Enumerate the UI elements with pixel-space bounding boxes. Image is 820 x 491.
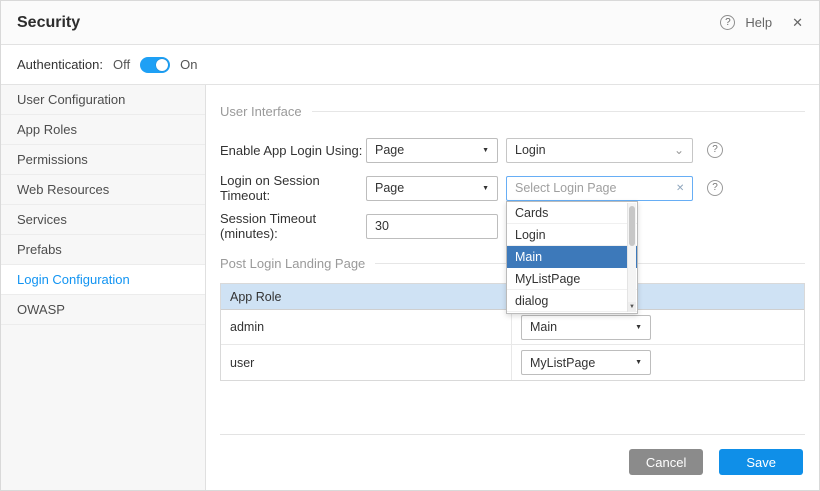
sidebar: User Configuration App Roles Permissions… (1, 85, 206, 491)
table-row: user MyListPage ▼ (221, 345, 804, 380)
dropdown-option-cards[interactable]: Cards (507, 202, 637, 224)
dropdown-option-login[interactable]: Login (507, 224, 637, 246)
dropdown-scrollbar[interactable]: ▼ (627, 203, 636, 312)
authentication-toggle[interactable] (140, 57, 170, 73)
enable-app-login-label: Enable App Login Using: (220, 143, 366, 158)
auth-off-label: Off (113, 57, 130, 72)
session-timeout-label: Session Timeout (minutes): (220, 211, 366, 241)
scroll-down-icon[interactable]: ▼ (628, 302, 636, 312)
landing-page-value: MyListPage (530, 356, 635, 370)
landing-page-value: Main (530, 320, 635, 334)
section-user-interface: User Interface (220, 103, 805, 119)
sidebar-item-services[interactable]: Services (1, 205, 205, 235)
login-on-session-timeout-help-icon[interactable]: ? (707, 180, 723, 196)
enable-app-login-type-select[interactable]: Page ▼ (366, 138, 498, 163)
session-timeout-type-value: Page (375, 181, 482, 195)
dropdown-option-main[interactable]: Main (507, 246, 637, 268)
dropdown-option-dialog[interactable]: dialog (507, 290, 637, 312)
authentication-bar: Authentication: Off On (1, 45, 819, 85)
enable-app-login-page-select[interactable]: Login ⌄ (506, 138, 693, 163)
table-header-app-role: App Role (221, 284, 512, 309)
security-window: Security ? Help ✕ Authentication: Off On… (0, 0, 820, 491)
sidebar-item-app-roles[interactable]: App Roles (1, 115, 205, 145)
sidebar-item-web-resources[interactable]: Web Resources (1, 175, 205, 205)
field-login-on-session-timeout: Login on Session Timeout: Page ▼ ✕ ? (220, 175, 805, 201)
sidebar-item-login-configuration[interactable]: Login Configuration (1, 265, 205, 295)
chevron-down-icon: ⌄ (674, 145, 684, 155)
login-page-search-input[interactable] (515, 181, 676, 195)
footer-actions: Cancel Save (629, 449, 803, 475)
caret-down-icon: ▼ (482, 185, 489, 192)
login-on-session-timeout-label: Login on Session Timeout: (220, 173, 366, 203)
save-button[interactable]: Save (719, 449, 803, 475)
sidebar-item-user-configuration[interactable]: User Configuration (1, 85, 205, 115)
close-icon[interactable]: ✕ (792, 15, 803, 31)
enable-app-login-type-value: Page (375, 143, 482, 157)
section-title-post-login: Post Login Landing Page (220, 256, 365, 271)
session-timeout-input[interactable] (366, 214, 498, 239)
main-panel: User Interface Enable App Login Using: P… (206, 85, 819, 491)
login-page-combobox[interactable]: ✕ (506, 176, 693, 201)
auth-on-label: On (180, 57, 197, 72)
caret-down-icon: ▼ (635, 359, 642, 366)
sidebar-item-owasp[interactable]: OWASP (1, 295, 205, 325)
field-enable-app-login: Enable App Login Using: Page ▼ Login ⌄ ? (220, 137, 805, 163)
page-title: Security (17, 14, 80, 32)
authentication-label: Authentication: (17, 57, 103, 72)
cancel-button[interactable]: Cancel (629, 449, 703, 475)
login-page-dropdown-panel: Cards Login Main MyListPage dialog ▼ (506, 201, 638, 314)
landing-page-select-admin[interactable]: Main ▼ (521, 315, 651, 340)
dropdown-option-mylistpage[interactable]: MyListPage (507, 268, 637, 290)
enable-app-login-help-icon[interactable]: ? (707, 142, 723, 158)
caret-down-icon: ▼ (482, 147, 489, 154)
section-title-user-interface: User Interface (220, 104, 302, 119)
scrollbar-thumb[interactable] (629, 206, 635, 246)
help-label[interactable]: Help (745, 15, 772, 30)
divider (312, 111, 805, 112)
clear-icon[interactable]: ✕ (676, 183, 684, 194)
toggle-knob (156, 59, 168, 71)
table-row: admin Main ▼ (221, 310, 804, 345)
help-icon[interactable]: ? (720, 15, 735, 30)
sidebar-item-permissions[interactable]: Permissions (1, 145, 205, 175)
sidebar-item-prefabs[interactable]: Prefabs (1, 235, 205, 265)
role-cell: user (221, 345, 512, 380)
caret-down-icon: ▼ (635, 324, 642, 331)
landing-page-select-user[interactable]: MyListPage ▼ (521, 350, 651, 375)
role-cell: admin (221, 310, 512, 344)
session-timeout-type-select[interactable]: Page ▼ (366, 176, 498, 201)
window-header: Security ? Help ✕ (1, 1, 819, 45)
footer-divider (220, 434, 805, 435)
enable-app-login-page-value: Login (515, 143, 674, 157)
